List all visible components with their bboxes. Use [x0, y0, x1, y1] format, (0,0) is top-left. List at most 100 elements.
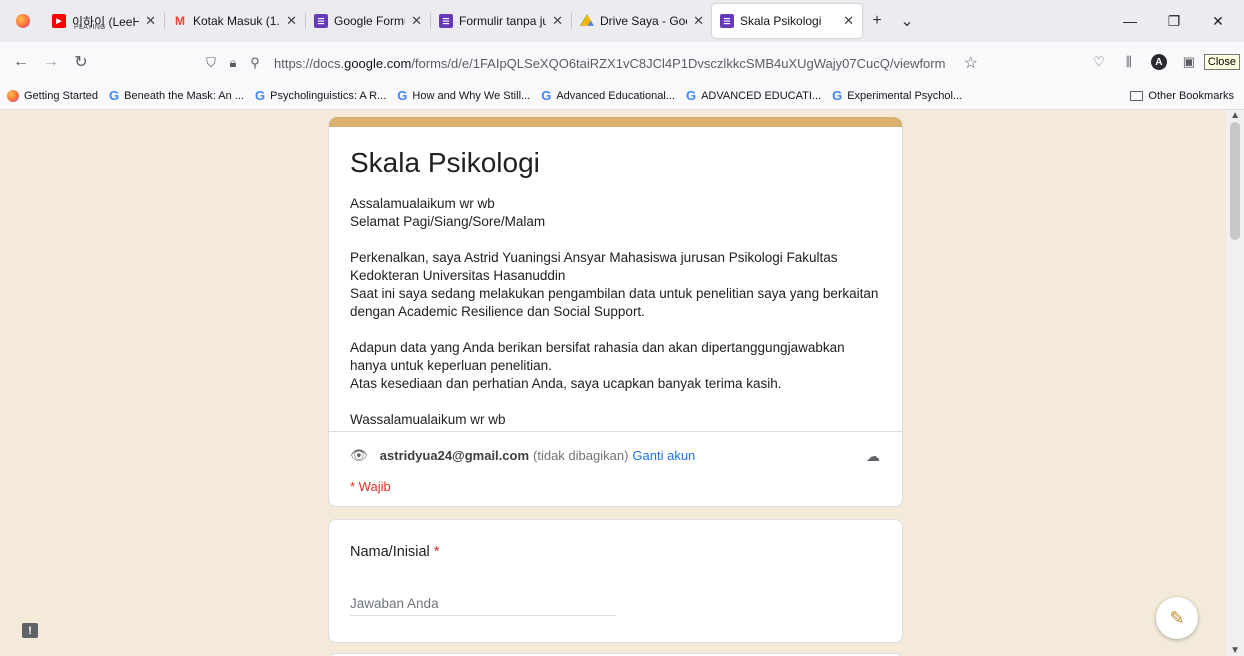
scrollbar[interactable]: ▲ ▼: [1226, 110, 1244, 656]
tab-strip: ▶이하이 (LeeHi) - 'ONLPLAYING✕MKotak Masuk …: [0, 0, 1244, 42]
bookmark-item[interactable]: G Advanced Educational...: [541, 88, 675, 103]
google-icon: G: [685, 88, 697, 103]
google-forms-icon: ☰: [314, 14, 328, 28]
close-tab-icon[interactable]: ✕: [837, 13, 854, 29]
description-line: [350, 321, 881, 339]
answer-input[interactable]: [350, 592, 616, 616]
lock-icon[interactable]: 🔒︎: [222, 55, 244, 71]
minimize-button[interactable]: —: [1108, 0, 1152, 42]
bookmark-item[interactable]: G Psycholinguistics: A R...: [255, 88, 386, 103]
bookmark-item[interactable]: G How and Why We Still...: [397, 88, 530, 103]
browser-tab[interactable]: M Kotak Masuk (1.139) -✕: [165, 4, 305, 38]
google-forms-icon: ☰: [720, 14, 734, 28]
theme-accent-bar: [329, 117, 902, 127]
description-line: Perkenalkan, saya Astrid Yuaningsi Ansya…: [350, 250, 838, 283]
page-content: Skala Psikologi Assalamualaikum wr wb Sel…: [0, 110, 1244, 656]
close-tab-icon[interactable]: ✕: [687, 13, 704, 29]
description-line: Atas kesediaan dan perhatian Anda, saya …: [350, 376, 782, 391]
tab-title: Kotak Masuk (1.139) -: [193, 14, 280, 28]
google-icon: G: [397, 88, 408, 103]
bookmark-label: Advanced Educational...: [556, 89, 675, 102]
bookmark-label: ADVANCED EDUCATI...: [701, 89, 822, 102]
browser-tab[interactable]: ☰ Formulir tanpa judul -✕: [431, 4, 571, 38]
restore-button[interactable]: ❐: [1152, 0, 1196, 42]
scroll-down-arrow[interactable]: ▼: [1230, 645, 1240, 656]
divider: [329, 431, 902, 432]
navigation-toolbar: ← → ↻ ⛉ 🔒︎ ⚲ https://docs.google.com/for…: [0, 42, 1244, 82]
folder-icon: [1130, 91, 1144, 101]
eye-off-icon: 👁︎: [350, 447, 368, 463]
tab-title: Drive Saya - Google Dr: [600, 14, 687, 28]
account-icon[interactable]: A: [1144, 47, 1174, 77]
description-line: Saat ini saya sedang melakukan pengambil…: [350, 286, 879, 319]
google-icon: G: [832, 88, 843, 103]
form-title: Skala Psikologi: [350, 147, 540, 178]
browser-tab[interactable]: ▶이하이 (LeeHi) - 'ONLPLAYING✕: [44, 4, 164, 38]
description-line: Assalamualaikum wr wb: [350, 196, 495, 211]
back-arrow-icon[interactable]: ←: [6, 47, 36, 77]
gmail-icon: M: [175, 14, 185, 28]
close-tab-icon[interactable]: ✕: [546, 13, 563, 29]
tab-playing-label: PLAYING: [74, 24, 106, 31]
bookmark-item[interactable]: G Beneath the Mask: An ...: [109, 88, 244, 103]
list-all-tabs-icon[interactable]: ⌄: [892, 6, 922, 36]
close-tab-icon[interactable]: ✕: [405, 13, 422, 29]
bookmark-label: Beneath the Mask: An ...: [124, 89, 244, 102]
google-forms-icon: ☰: [439, 14, 453, 28]
extension-icon[interactable]: ▣: [1174, 47, 1204, 77]
bookmark-item[interactable]: Getting Started: [7, 89, 98, 102]
bookmark-item[interactable]: G Experimental Psychol...: [832, 88, 962, 103]
bookmark-star-icon[interactable]: ☆: [964, 53, 978, 73]
bookmark-label: Getting Started: [24, 89, 98, 102]
bookmark-label: Experimental Psychol...: [847, 89, 963, 102]
close-tooltip: Close: [1203, 54, 1240, 70]
url-text[interactable]: https://docs.google.com/forms/d/e/1FAIpQ…: [274, 56, 945, 71]
bookmark-label: Psycholinguistics: A R...: [270, 89, 387, 102]
close-window-button[interactable]: ✕: [1196, 0, 1240, 42]
description-line: Adapun data yang Anda berikan bersifat r…: [350, 340, 845, 373]
firefox-icon: [7, 89, 19, 102]
google-icon: G: [254, 88, 266, 103]
question-label: Nama/Inisial *: [350, 544, 440, 560]
firefox-menu-icon[interactable]: [16, 14, 30, 28]
google-drive-icon: [580, 14, 594, 26]
switch-account-link[interactable]: Ganti akun: [632, 448, 695, 463]
google-icon: G: [109, 88, 120, 103]
form-header-card: Skala Psikologi Assalamualaikum wr wb Sel…: [328, 117, 903, 507]
bookmarks-toolbar: Getting Started G Beneath the Mask: An ...…: [0, 82, 1244, 110]
account-info: 👁︎ astridyua24@gmail.com (tidak dibagika…: [350, 447, 696, 463]
browser-tab[interactable]: Drive Saya - Google Dr✕: [572, 4, 712, 38]
bookmark-item[interactable]: G ADVANCED EDUCATI...: [686, 88, 821, 103]
browser-tab[interactable]: ☰ Skala Psikologi ✕: [712, 4, 862, 38]
edit-pencil-button[interactable]: ✎: [1156, 597, 1198, 639]
feedback-icon[interactable]: !: [22, 623, 38, 638]
library-icon[interactable]: ⫼: [1114, 47, 1144, 77]
youtube-icon: ▶: [52, 14, 66, 28]
tab-title: Formulir tanpa judul -: [459, 14, 547, 28]
pocket-icon[interactable]: ♡: [1084, 47, 1114, 77]
browser-tab[interactable]: ☰ Google Formulir✕: [306, 4, 430, 38]
shield-icon[interactable]: ⛉: [200, 55, 222, 71]
scroll-thumb[interactable]: [1230, 122, 1240, 240]
close-tab-icon[interactable]: ✕: [280, 13, 297, 29]
description-line: Wassalamualaikum wr wb: [350, 412, 506, 427]
new-tab-button[interactable]: +: [862, 6, 892, 36]
cloud-saved-icon: ☁︎: [866, 448, 880, 464]
close-tab-icon[interactable]: ✕: [139, 13, 156, 29]
permissions-icon[interactable]: ⚲: [244, 55, 266, 71]
question-card: Nama/Inisial *: [328, 519, 903, 643]
form-description: Assalamualaikum wr wb Selamat Pagi/Siang/…: [350, 195, 881, 429]
bookmark-label: How and Why We Still...: [412, 89, 531, 102]
reload-icon[interactable]: ↻: [66, 47, 96, 77]
description-line: [350, 393, 881, 411]
tab-title: Google Formulir: [334, 14, 405, 28]
scroll-up-arrow[interactable]: ▲: [1230, 110, 1240, 121]
tab-title: Skala Psikologi: [740, 14, 822, 28]
other-bookmarks[interactable]: Other Bookmarks: [1130, 82, 1234, 110]
required-note: * Wajib: [350, 479, 391, 494]
description-line: Selamat Pagi/Siang/Sore/Malam: [350, 214, 546, 229]
google-icon: G: [541, 88, 552, 103]
description-line: [350, 231, 881, 249]
forward-arrow-icon[interactable]: →: [36, 47, 66, 77]
address-bar[interactable]: ⛉ 🔒︎ ⚲ https://docs.google.com/forms/d/e…: [200, 48, 990, 78]
